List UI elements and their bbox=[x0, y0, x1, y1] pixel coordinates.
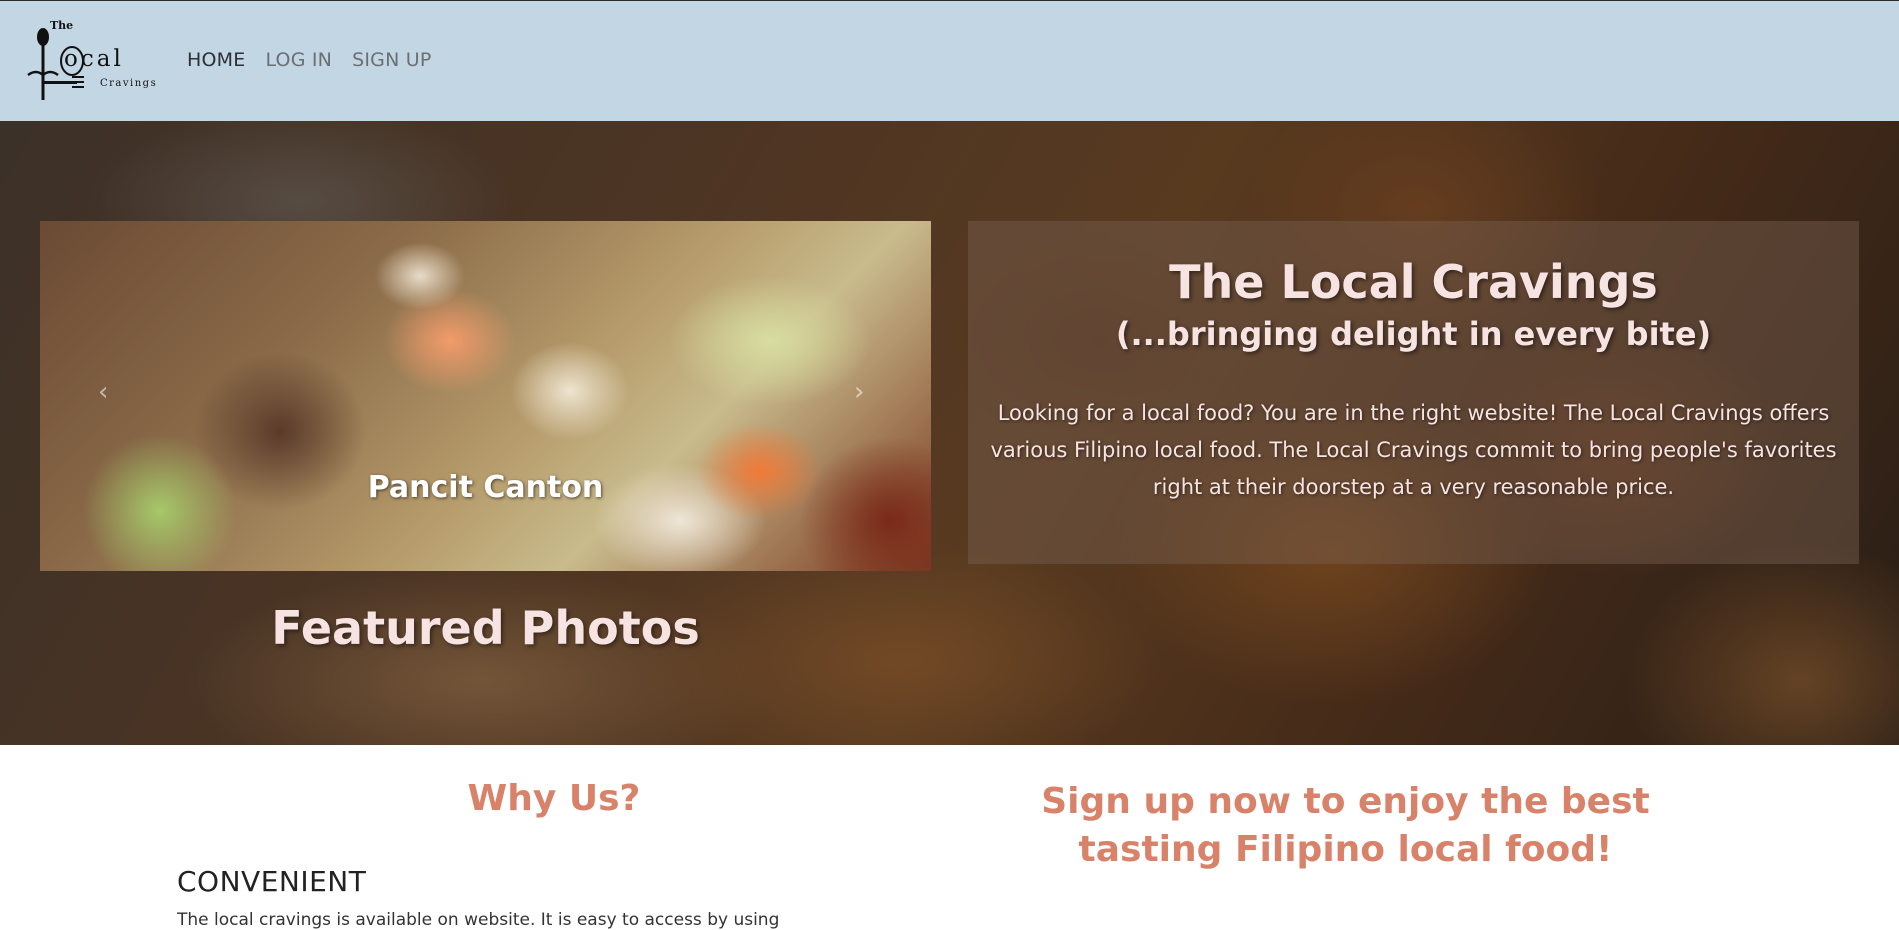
signup-cta-text: Sign up now to enjoy the best tasting Fi… bbox=[1041, 781, 1650, 870]
nav-links: HOME LOG IN SIGN UP bbox=[187, 49, 452, 71]
feature-text: The local cravings is available on websi… bbox=[177, 910, 780, 930]
featured-photos-title: Featured Photos bbox=[271, 601, 700, 655]
intro-title: The Local Cravings bbox=[1169, 255, 1658, 309]
nav-home-link[interactable]: HOME bbox=[187, 49, 245, 71]
site-logo[interactable]: The ocal Cravings bbox=[26, 17, 161, 105]
nav-signup-link[interactable]: SIGN UP bbox=[352, 49, 431, 71]
navbar: The ocal Cravings HOME LOG IN SIGN UP bbox=[0, 0, 1899, 121]
featured-carousel[interactable]: ‹ › Pancit Canton bbox=[40, 221, 931, 571]
intro-subtitle: (...bringing delight in every bite) bbox=[1115, 315, 1712, 353]
feature-heading: CONVENIENT bbox=[177, 865, 367, 898]
carousel-caption: Pancit Canton bbox=[367, 470, 604, 505]
nav-login-link[interactable]: LOG IN bbox=[265, 49, 332, 71]
logo-text-ocal: ocal bbox=[64, 46, 124, 72]
intro-box: The Local Cravings (...bringing delight … bbox=[968, 221, 1859, 564]
chevron-left-icon[interactable]: ‹ bbox=[98, 377, 108, 407]
logo-text-cravings: Cravings bbox=[100, 78, 158, 89]
why-us-title: Why Us? bbox=[467, 778, 641, 819]
logo-text-the: The bbox=[50, 19, 74, 32]
hero-section: ‹ › Pancit Canton Featured Photos The Lo… bbox=[0, 121, 1899, 745]
intro-body: Looking for a local food? You are in the… bbox=[990, 401, 1837, 499]
chevron-right-icon[interactable]: › bbox=[854, 377, 864, 407]
